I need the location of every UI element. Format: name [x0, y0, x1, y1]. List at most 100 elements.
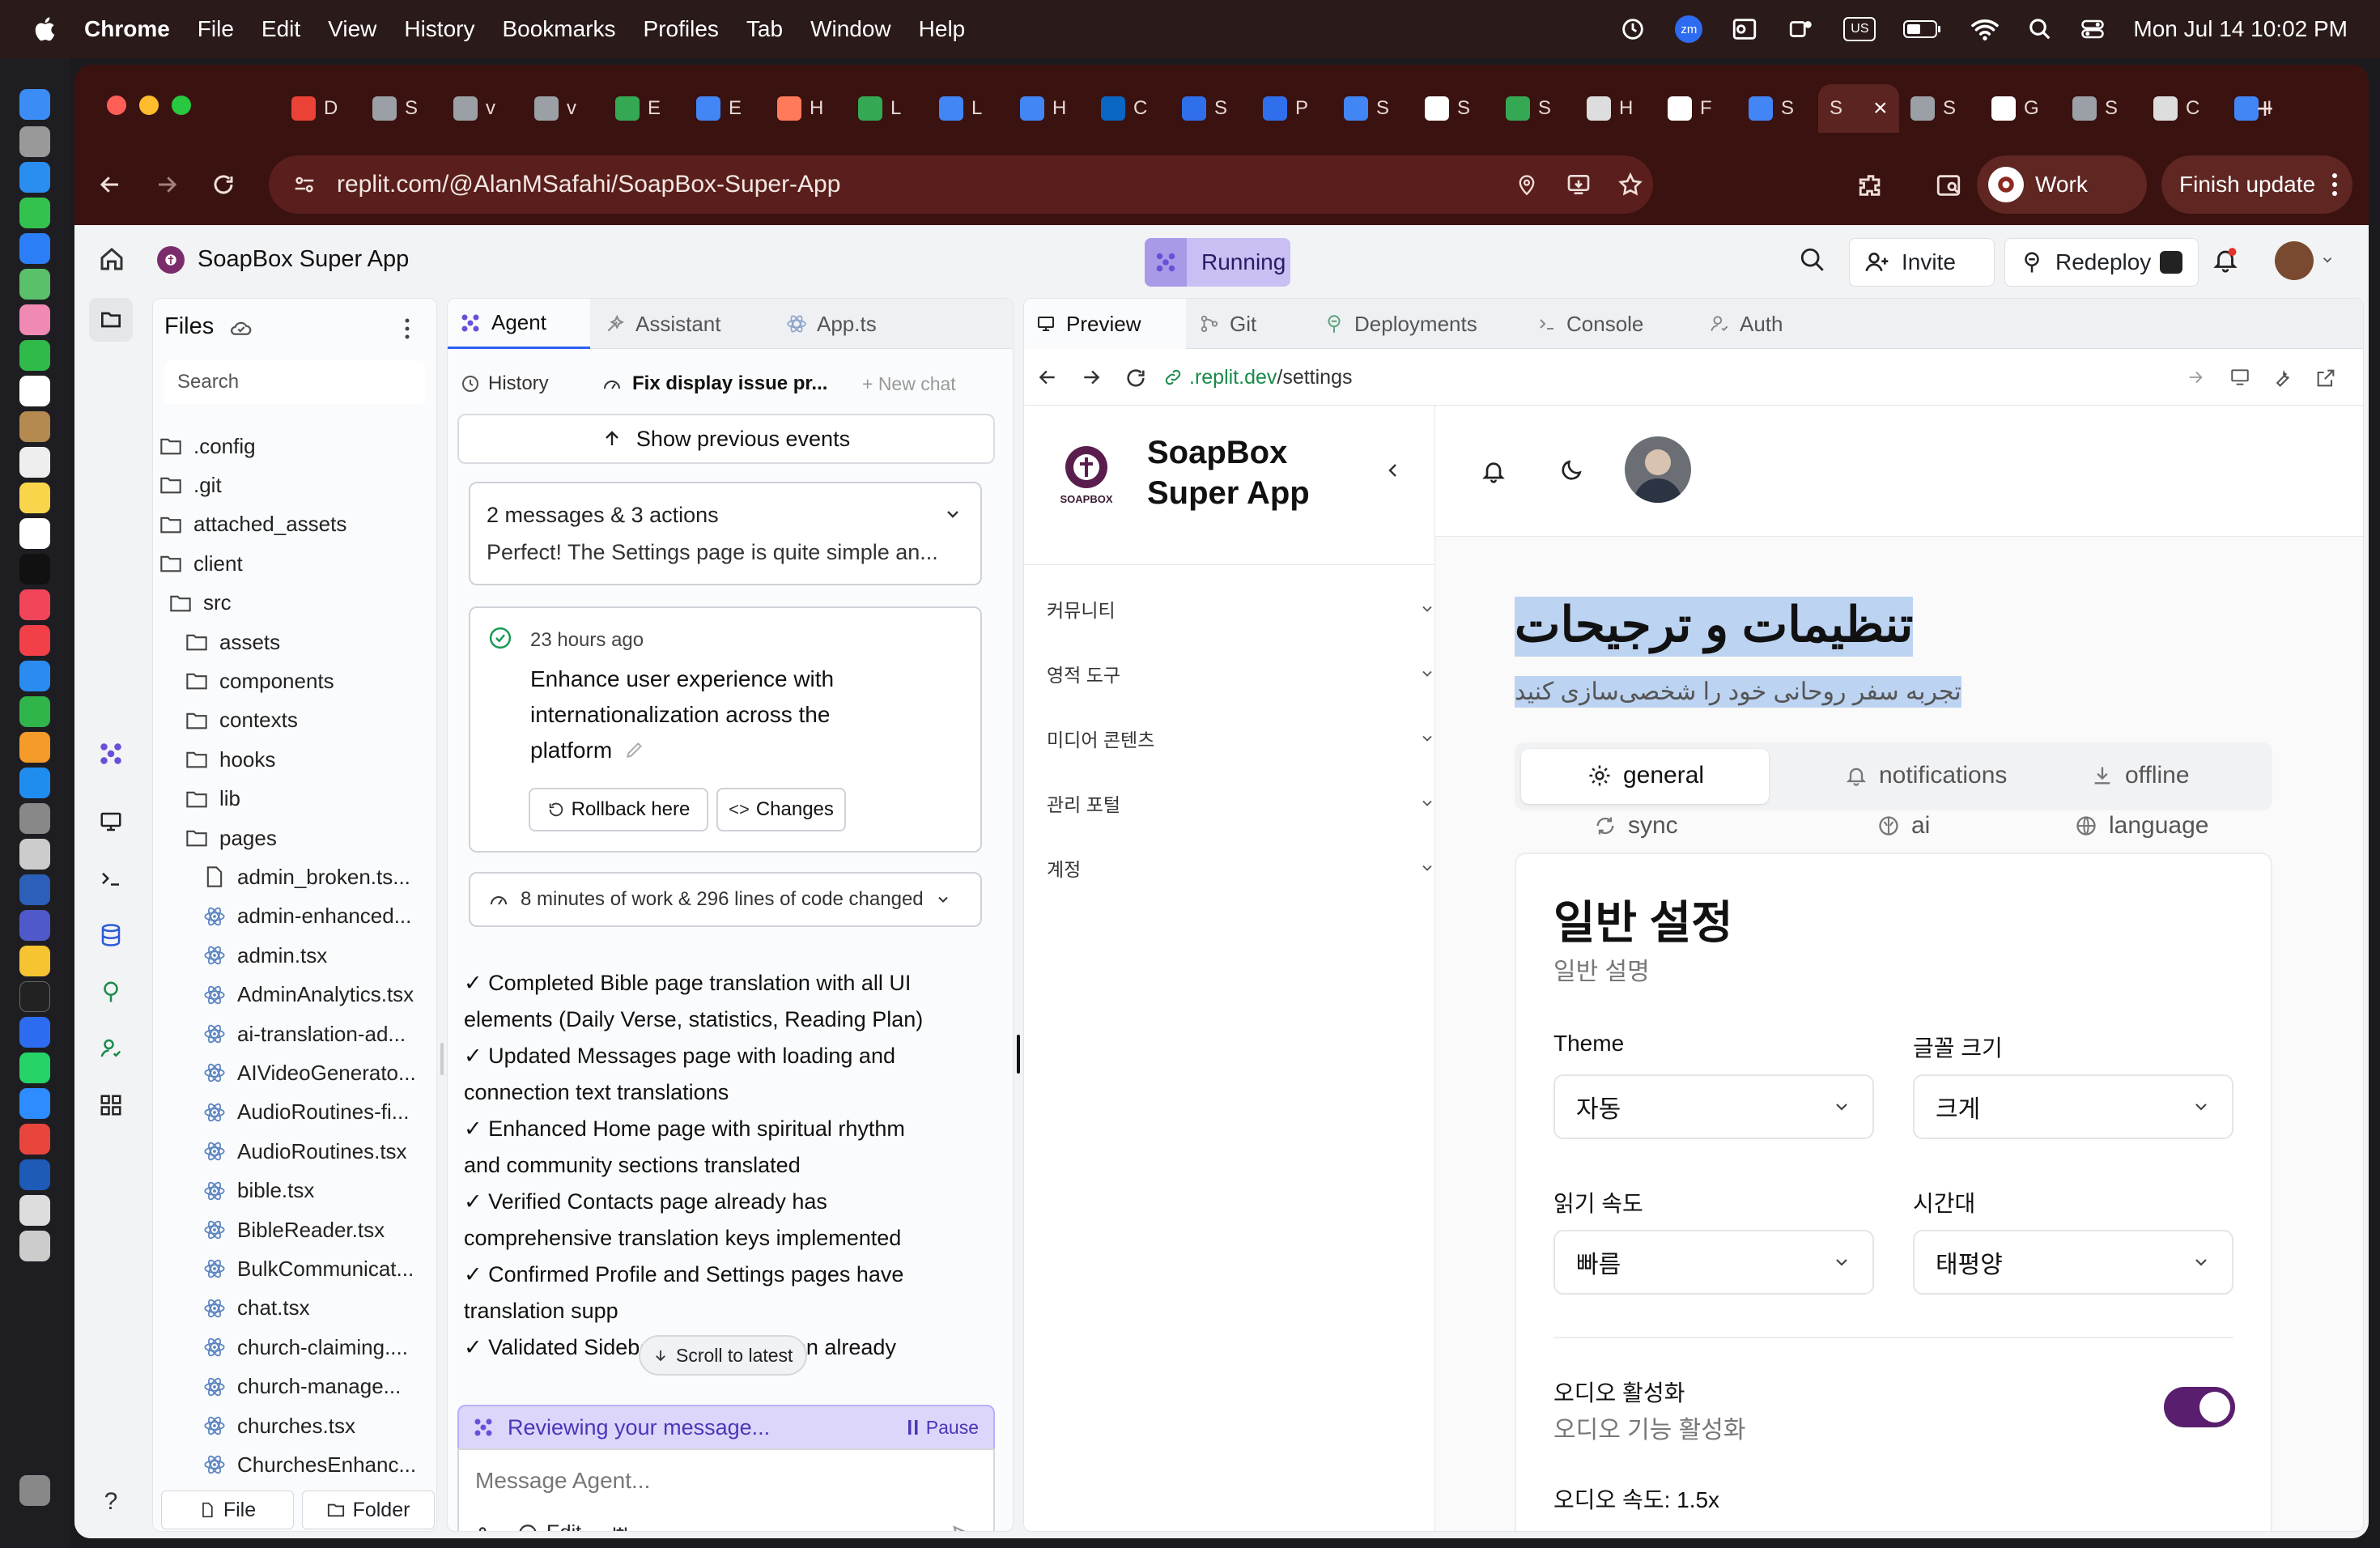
bell-icon[interactable]	[1481, 457, 1507, 485]
browser-tab[interactable]: E	[604, 84, 682, 133]
finder-icon[interactable]	[19, 89, 50, 120]
browser-tab[interactable]: v	[442, 84, 520, 133]
browser-tab[interactable]: v	[523, 84, 601, 133]
pause-button[interactable]: Pause	[907, 1406, 979, 1448]
wifi-icon[interactable]	[1970, 17, 2000, 41]
files-search-input[interactable]: Search	[164, 360, 425, 404]
device-icon[interactable]	[2229, 367, 2251, 388]
preview-rail-icon[interactable]	[89, 800, 133, 844]
rollback-button[interactable]: Rollback here	[529, 788, 708, 831]
maps-icon[interactable]	[19, 269, 50, 300]
tab-console[interactable]: Console	[1526, 299, 1696, 349]
file-item[interactable]: BulkCommunicat...	[203, 1251, 414, 1286]
browser-tab[interactable]: S	[1413, 84, 1491, 133]
outlook-icon[interactable]	[1730, 15, 1759, 43]
collapse-sidebar-icon[interactable]	[1383, 461, 1403, 480]
pencil-icon[interactable]	[624, 739, 645, 760]
tv-icon[interactable]	[19, 554, 50, 585]
menu-history[interactable]: History	[404, 16, 474, 42]
go-arrow-icon[interactable]	[2187, 368, 2204, 386]
folder-item[interactable]: .config	[159, 428, 256, 464]
zoom-app-icon[interactable]	[19, 1088, 50, 1119]
tab-assistant[interactable]: Assistant	[593, 299, 771, 349]
file-item[interactable]: AIVideoGenerato...	[203, 1055, 416, 1091]
browser-tab[interactable]: S ×	[1818, 84, 1899, 133]
file-item[interactable]: admin-enhanced...	[203, 899, 411, 934]
browser-tab[interactable]: D	[280, 84, 358, 133]
reload-icon[interactable]	[1124, 367, 1147, 389]
agent-rail-icon[interactable]	[89, 732, 133, 776]
notifications-bell-icon[interactable]	[2212, 246, 2239, 274]
menu-tab[interactable]: Tab	[746, 16, 783, 42]
whatsapp-icon[interactable]	[19, 1053, 50, 1083]
browser-tab[interactable]: H	[766, 84, 844, 133]
close-window-button[interactable]	[107, 96, 126, 115]
folder-item[interactable]: client	[159, 546, 243, 581]
message-input[interactable]: Message Agent...	[475, 1468, 650, 1494]
tab-git[interactable]: Git	[1188, 299, 1311, 349]
document-icon[interactable]	[19, 1231, 50, 1261]
photos-icon[interactable]	[19, 304, 50, 335]
run-status-button[interactable]: Running	[1145, 238, 1290, 287]
browser-tab[interactable]: S	[2061, 84, 2139, 133]
file-item[interactable]: church-claiming....	[203, 1329, 408, 1365]
file-item[interactable]: BibleReader.tsx	[203, 1212, 385, 1248]
project-logo-icon[interactable]	[157, 246, 185, 274]
audio-toggle[interactable]	[2164, 1387, 2235, 1427]
app-nav-item[interactable]: 계정	[1047, 854, 1435, 882]
timezone-select[interactable]: 태평양	[1913, 1230, 2233, 1295]
reload-icon[interactable]	[199, 160, 248, 209]
chat-title[interactable]: Fix display issue pr...	[601, 364, 827, 404]
calendar-icon[interactable]	[19, 376, 50, 406]
browser-tab[interactable]: S	[1899, 84, 1977, 133]
folder-item[interactable]: hooks	[185, 742, 275, 777]
app-icon[interactable]	[19, 839, 50, 870]
dark-mode-icon[interactable]	[1558, 457, 1584, 483]
music-icon[interactable]	[19, 589, 50, 620]
teams-app-icon[interactable]	[19, 910, 50, 941]
address-bar-url[interactable]: replit.com/@AlanMSafahi/SoapBox-Super-Ap…	[337, 171, 840, 198]
app-icon[interactable]	[19, 411, 50, 442]
address-bar[interactable]: replit.com/@AlanMSafahi/SoapBox-Super-Ap…	[269, 155, 1653, 214]
reading-speed-select[interactable]: 빠름	[1553, 1230, 1874, 1295]
folder-item[interactable]: assets	[185, 624, 280, 660]
folder-item[interactable]: pages	[185, 820, 277, 856]
user-avatar[interactable]	[2275, 241, 2314, 280]
mail-icon[interactable]	[19, 233, 50, 264]
pane-resize-handle[interactable]	[440, 1043, 444, 1075]
browser-tab[interactable]: P	[1252, 84, 1329, 133]
teams-icon[interactable]	[1787, 15, 1816, 43]
browser-tab[interactable]: F	[1656, 84, 1734, 133]
console-rail-icon[interactable]	[89, 857, 133, 900]
file-item[interactable]: church-manage...	[203, 1369, 401, 1405]
file-item[interactable]: AudioRoutines.tsx	[203, 1133, 407, 1169]
app-nav-item[interactable]: 미디어 콘텐츠	[1047, 725, 1435, 752]
sliders-icon[interactable]	[608, 1525, 632, 1531]
help-icon[interactable]: ?	[89, 1480, 133, 1524]
database-icon[interactable]	[89, 913, 133, 957]
file-tree-icon[interactable]	[89, 298, 133, 342]
chevron-down-icon[interactable]	[2320, 253, 2335, 267]
browser-tab[interactable]: L	[847, 84, 924, 133]
app-logo[interactable]: SOAPBOX	[1047, 435, 1126, 514]
folder-item[interactable]: src	[169, 585, 232, 621]
reminders-icon[interactable]	[19, 447, 50, 478]
input-source-icon[interactable]: US	[1843, 17, 1876, 41]
keynote-icon[interactable]	[19, 661, 50, 691]
send-icon[interactable]	[951, 1523, 977, 1531]
webview-url-bar[interactable]: .replit.dev/settings	[1163, 357, 2216, 398]
zoom-icon[interactable]: zm	[1675, 15, 1703, 43]
close-tab-icon[interactable]: ×	[1873, 95, 1888, 122]
file-item[interactable]: ai-translation-ad...	[203, 1016, 406, 1052]
app-icon[interactable]	[19, 126, 50, 157]
changes-button[interactable]: <> Changes	[716, 788, 846, 831]
location-icon[interactable]	[1515, 172, 1538, 198]
notes-icon[interactable]	[19, 483, 50, 513]
pages-icon[interactable]	[19, 732, 50, 763]
folder-item[interactable]: lib	[185, 781, 240, 817]
menu-view[interactable]: View	[328, 16, 376, 42]
tab-preview[interactable]: Preview	[1024, 299, 1186, 349]
menu-bookmarks[interactable]: Bookmarks	[502, 16, 615, 42]
browser-tab[interactable]: L	[928, 84, 1005, 133]
tab-app-ts[interactable]: App.ts	[775, 299, 937, 349]
